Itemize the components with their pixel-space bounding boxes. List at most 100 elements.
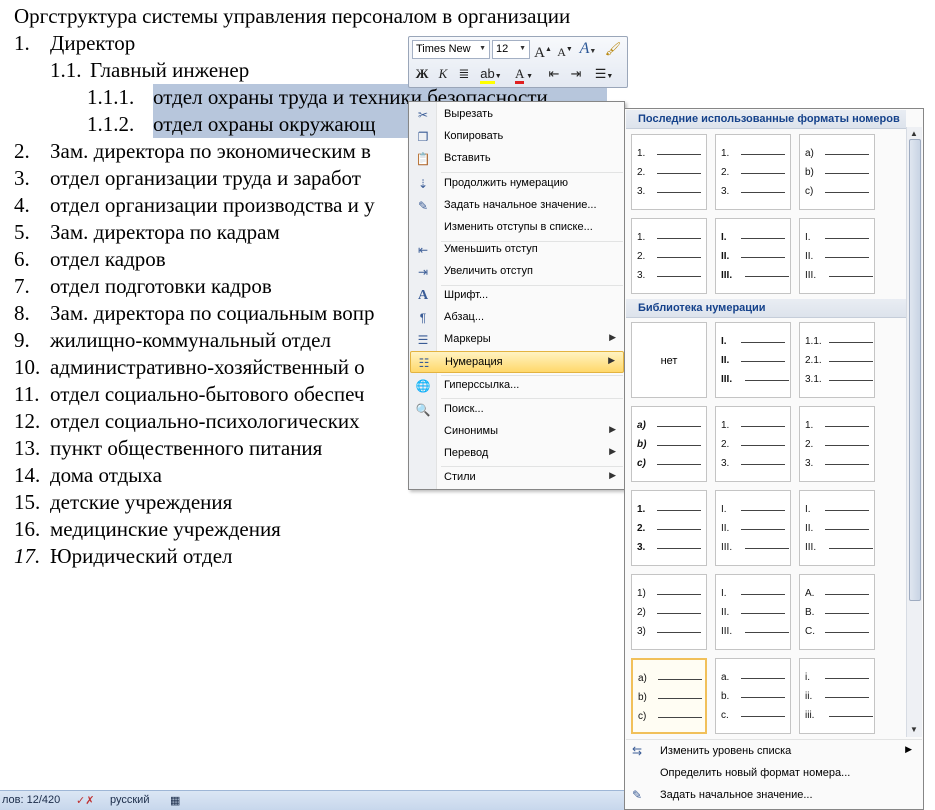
format-line (657, 548, 701, 549)
list-text: дома отдыха (50, 463, 162, 487)
bullets-button[interactable]: ☰▼ (589, 64, 619, 84)
list-number: 8. (14, 301, 30, 325)
recent-format-tile[interactable]: 1. 2. 3. (631, 218, 707, 294)
menu-item-numbering[interactable]: ☷ Нумерация ▶ (410, 351, 624, 373)
decrease-indent-icon: ⇤ (417, 243, 429, 257)
scroll-up-icon[interactable]: ▲ (910, 129, 918, 138)
format-marker: 2.1. (805, 355, 822, 366)
library-format-tile[interactable]: 1.1. 2.1. 3.1. (799, 322, 875, 398)
format-row: 1. (721, 147, 789, 161)
menu-item-research[interactable]: 🔍 Поиск... (410, 399, 624, 421)
none-format-tile[interactable]: нет (631, 322, 707, 398)
menu-item-decrease-indent[interactable]: ⇤ Уменьшить отступ (410, 239, 624, 261)
menu-item-cut[interactable]: ✂ Вырезать (410, 104, 624, 126)
menu-item-synonyms[interactable]: Синонимы ▶ (410, 421, 624, 443)
format-row: 3. (637, 541, 705, 555)
format-marker: I. (721, 504, 727, 515)
list-text: медицинские учреждения (50, 517, 281, 541)
set-numbering-value-item[interactable]: ✎ Задать начальное значение... (626, 785, 922, 807)
chevron-right-icon: ▶ (905, 744, 912, 754)
library-format-tile[interactable]: a) b) c) (631, 658, 707, 734)
shrink-font-button[interactable]: A▼ (555, 39, 575, 59)
selected-list-text: отдел охраны окружающ (153, 111, 409, 138)
list-number: 16. (14, 517, 41, 541)
menu-item-copy[interactable]: ❐ Копировать (410, 126, 624, 148)
format-row: b) (805, 166, 873, 180)
define-new-format-item[interactable]: Определить новый формат номера... (626, 763, 922, 785)
library-format-tile[interactable]: I. II. III. (715, 490, 791, 566)
styles-button[interactable]: A▼ (575, 39, 601, 59)
chevron-right-icon: ▶ (609, 424, 616, 434)
grow-font-button[interactable]: A▲ (533, 39, 553, 61)
format-row: II. (721, 606, 789, 620)
recent-format-tile[interactable]: I. II. III. (715, 218, 791, 294)
list-text: Юридический отдел (50, 544, 233, 568)
library-format-tile[interactable]: a) b) c) (631, 406, 707, 482)
library-format-tile[interactable]: 1. 2. 3. (715, 406, 791, 482)
library-format-tile[interactable]: i. ii. iii. (799, 658, 875, 734)
list-text: отдел социально-бытового обеспеч (50, 382, 365, 406)
format-line (658, 698, 702, 699)
proofing-icon[interactable]: ✓✗ (76, 794, 94, 807)
menu-item-adjust-indents[interactable]: Изменить отступы в списке... (410, 217, 624, 239)
italic-button[interactable]: К (433, 64, 453, 84)
menu-item-paragraph[interactable]: ¶ Абзац... (410, 307, 624, 329)
continue-numbering-icon: ⇣ (417, 177, 429, 191)
font-name-combo[interactable]: Times New ▼ (412, 40, 490, 59)
font-color-button[interactable]: A ▼ (509, 64, 539, 84)
format-line (657, 464, 701, 465)
scroll-down-icon[interactable]: ▼ (910, 725, 918, 734)
library-format-tile[interactable]: I. II. III. (799, 490, 875, 566)
format-line (825, 594, 869, 595)
menu-item-paste[interactable]: 📋 Вставить (410, 148, 624, 170)
format-row: c) (637, 457, 705, 471)
menu-item-styles[interactable]: Стили ▶ (410, 467, 624, 489)
change-list-level-item[interactable]: ⇆ Изменить уровень списка ▶ (626, 741, 922, 763)
library-format-tile[interactable]: a. b. c. (715, 658, 791, 734)
center-align-button[interactable]: ≣ (454, 64, 474, 84)
recent-format-tile[interactable]: 1. 2. 3. (631, 134, 707, 210)
chevron-right-icon: ▶ (609, 470, 616, 480)
library-format-tile[interactable]: A. B. C. (799, 574, 875, 650)
menu-item-bullets[interactable]: ☰ Маркеры ▶ (410, 329, 624, 351)
increase-indent-button[interactable]: ⇥ (566, 64, 586, 84)
menu-item-font[interactable]: A Шрифт... (410, 285, 624, 307)
list-number: 4. (14, 193, 30, 217)
library-format-tile[interactable]: 1. 2. 3. (799, 406, 875, 482)
bold-button[interactable]: Ж (412, 64, 432, 84)
recent-format-tile[interactable]: a) b) c) (799, 134, 875, 210)
menu-item-label: Продолжить нумерацию (444, 177, 569, 189)
paste-icon: 📋 (415, 152, 431, 166)
word-count[interactable]: лов: 12/420 (2, 794, 60, 806)
menu-item-increase-indent[interactable]: ⇥ Увеличить отступ (410, 261, 624, 283)
menu-item-label: Стили (444, 471, 476, 483)
format-row: 2. (637, 166, 705, 180)
decrease-indent-button[interactable]: ⇤ (544, 64, 564, 84)
list-number: 1.1. (50, 58, 82, 82)
format-painter-button[interactable]: 🖌 (603, 39, 623, 59)
scrollbar-thumb[interactable] (909, 139, 921, 601)
format-line (829, 342, 873, 343)
menu-item-continue-numbering[interactable]: ⇣ Продолжить нумерацию (410, 173, 624, 195)
format-line (745, 276, 789, 277)
format-marker: II. (805, 251, 814, 262)
format-marker: a) (805, 148, 814, 159)
library-format-tile[interactable]: I. II. III. (715, 574, 791, 650)
menu-item-hyperlink[interactable]: 🌐 Гиперссылка... (410, 375, 624, 397)
highlight-button[interactable]: ab▼ (476, 64, 506, 84)
macro-icon[interactable]: ▦ (170, 794, 180, 807)
format-line (829, 380, 873, 381)
gallery-scrollbar[interactable]: ▲ ▼ (906, 127, 922, 737)
recent-format-tile[interactable]: I. II. III. (799, 218, 875, 294)
menu-item-translate[interactable]: Перевод ▶ (410, 443, 624, 465)
font-size-combo[interactable]: 12 ▼ (492, 40, 530, 59)
format-marker: c) (637, 458, 646, 469)
library-format-tile[interactable]: I. II. III. (715, 322, 791, 398)
library-format-tile[interactable]: 1. 2. 3. (631, 490, 707, 566)
recent-formats-header: Последние использованные форматы номеров (626, 110, 906, 129)
language-indicator[interactable]: русский (110, 794, 149, 806)
copy-icon: ❐ (417, 130, 429, 144)
library-format-tile[interactable]: 1) 2) 3) (631, 574, 707, 650)
recent-format-tile[interactable]: 1. 2. 3. (715, 134, 791, 210)
menu-item-set-value[interactable]: ✎ Задать начальное значение... (410, 195, 624, 217)
